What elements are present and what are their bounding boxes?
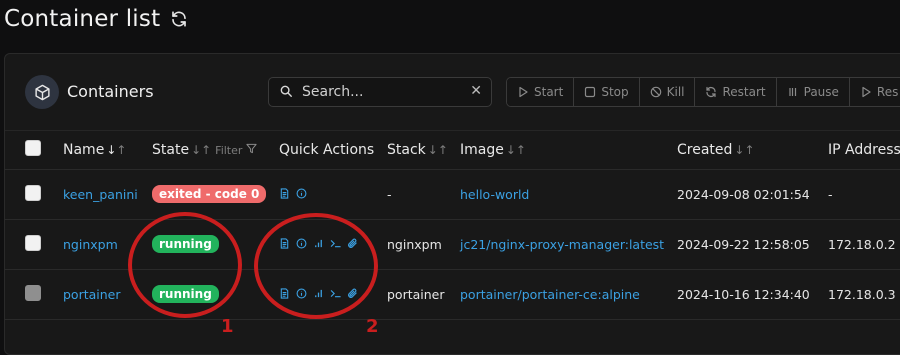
annotation-label-2: 2: [366, 316, 379, 337]
logs-icon[interactable]: [279, 187, 290, 199]
logs-icon[interactable]: [279, 287, 290, 299]
table-row: portainer running portainer portainer/po…: [5, 269, 900, 319]
inspect-icon[interactable]: [296, 238, 307, 249]
sort-icon: ↓↑: [427, 142, 448, 157]
stats-icon[interactable]: [313, 238, 324, 249]
stop-icon: [585, 86, 596, 98]
restart-icon: [706, 86, 717, 98]
panel-header: Containers ✕ Start Stop Kill: [5, 54, 900, 131]
container-actions: Start Stop Kill Restart Pause Res: [506, 77, 900, 107]
quick-actions: [279, 237, 358, 249]
container-name-link[interactable]: keen_panini: [63, 187, 138, 202]
resume-label: Res: [876, 85, 899, 99]
inspect-icon[interactable]: [296, 288, 307, 299]
filter-icon: [246, 143, 257, 153]
attach-icon[interactable]: [347, 288, 358, 299]
row-checkbox[interactable]: [25, 184, 41, 201]
containers-panel: Containers ✕ Start Stop Kill: [4, 53, 900, 355]
resume-button[interactable]: Res: [849, 78, 900, 106]
row-checkbox[interactable]: [25, 284, 41, 301]
image-link[interactable]: portainer/portainer-ce:alpine: [460, 287, 640, 302]
stack-cell: portainer: [387, 286, 445, 302]
panel-title: Containers: [67, 82, 154, 101]
restart-label: Restart: [722, 85, 766, 99]
table-row: keen_panini exited - code 0 - hello-worl…: [5, 169, 900, 219]
sort-icon: ↓↑: [106, 142, 127, 157]
box-icon: [25, 75, 59, 109]
container-name-link[interactable]: portainer: [63, 287, 121, 302]
created-cell: 2024-09-22 12:58:05: [677, 236, 810, 252]
ban-icon: [650, 86, 661, 98]
ip-cell: 172.18.0.2: [828, 236, 896, 252]
column-created[interactable]: Created ↓↑: [677, 131, 828, 169]
image-link[interactable]: jc21/nginx-proxy-manager:latest: [460, 237, 664, 252]
container-name-link[interactable]: nginxpm: [63, 237, 118, 252]
page-title: Container list: [4, 6, 161, 32]
start-label: Start: [534, 85, 564, 99]
created-cell: 2024-10-16 12:34:40: [677, 286, 810, 302]
annotation-label-1: 1: [221, 316, 234, 337]
console-icon[interactable]: [330, 238, 341, 249]
status-badge: running: [152, 235, 219, 253]
ip-cell: 172.18.0.3: [828, 286, 896, 302]
attach-icon[interactable]: [347, 238, 358, 249]
restart-button[interactable]: Restart: [695, 78, 777, 106]
created-cell: 2024-09-08 02:01:54: [677, 186, 810, 202]
table-header-row: Name ↓↑ State ↓↑ Filter Quick Actions Stack…: [5, 131, 900, 169]
status-badge: running: [152, 285, 219, 303]
sort-icon: ↓↑: [734, 142, 755, 157]
stats-icon[interactable]: [313, 288, 324, 299]
quick-actions: [279, 187, 307, 199]
clear-search-icon[interactable]: ✕: [470, 83, 482, 99]
pause-button[interactable]: Pause: [776, 78, 850, 106]
stop-button[interactable]: Stop: [574, 78, 640, 106]
sort-icon: ↓↑: [505, 142, 526, 157]
pause-label: Pause: [803, 85, 839, 99]
play-icon: [519, 86, 528, 98]
quick-actions: [279, 287, 358, 299]
refresh-icon[interactable]: [170, 10, 188, 28]
sort-icon: ↓↑: [191, 142, 212, 157]
search-box[interactable]: ✕: [268, 77, 492, 107]
stack-cell: nginxpm: [387, 236, 442, 252]
kill-label: Kill: [666, 85, 685, 99]
column-state[interactable]: State ↓↑ Filter: [152, 131, 279, 169]
state-filter[interactable]: Filter: [215, 143, 257, 157]
containers-table: Name ↓↑ State ↓↑ Filter Quick Actions Stack…: [5, 131, 900, 320]
select-all-checkbox[interactable]: [25, 139, 41, 156]
logs-icon[interactable]: [279, 237, 290, 249]
column-stack[interactable]: Stack ↓↑: [387, 131, 460, 169]
stack-cell: -: [387, 186, 392, 202]
page-header: Container list: [4, 2, 188, 36]
table-row: nginxpm running nginxpm jc21/nginx-proxy…: [5, 219, 900, 269]
inspect-icon[interactable]: [296, 188, 307, 199]
column-ip[interactable]: IP Address: [828, 131, 900, 169]
column-quick-actions: Quick Actions: [279, 141, 375, 158]
kill-button[interactable]: Kill: [639, 78, 696, 106]
column-image[interactable]: Image ↓↑: [460, 131, 677, 169]
row-checkbox[interactable]: [25, 234, 41, 251]
status-badge: exited - code 0: [152, 185, 267, 203]
ip-cell: -: [828, 186, 833, 202]
column-name[interactable]: Name ↓↑: [63, 131, 152, 169]
pause-icon: [789, 88, 796, 96]
search-input[interactable]: [300, 83, 454, 101]
play-icon: [862, 86, 871, 98]
image-link[interactable]: hello-world: [460, 187, 529, 202]
console-icon[interactable]: [330, 288, 341, 299]
start-button[interactable]: Start: [507, 78, 575, 106]
search-icon: [279, 83, 293, 102]
stop-label: Stop: [601, 85, 629, 99]
